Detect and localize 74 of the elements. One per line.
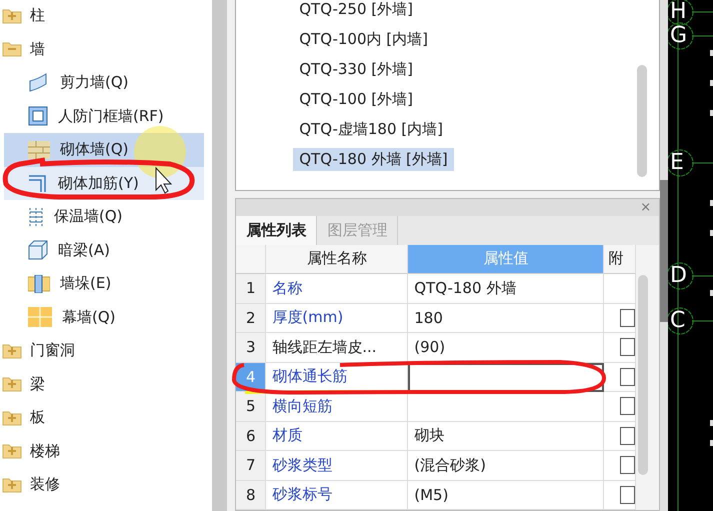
curtain-wall-icon xyxy=(28,307,52,328)
scrollbar[interactable] xyxy=(212,0,228,511)
splitter-handle[interactable] xyxy=(660,180,668,322)
row-number[interactable]: 7 xyxy=(236,451,266,480)
folder-icon[interactable] xyxy=(2,476,22,493)
property-name: 砂浆类型 xyxy=(266,451,408,480)
wall-list-item[interactable]: QTQ-330 [外墙] xyxy=(293,58,419,80)
row-number[interactable]: 1 xyxy=(236,274,266,304)
folder-icon[interactable] xyxy=(2,376,22,392)
column-header: 属性值 xyxy=(408,244,604,274)
row-number[interactable]: 6 xyxy=(236,422,266,451)
open-folder-icon[interactable] xyxy=(2,41,22,58)
tree-category[interactable]: 板 xyxy=(30,408,45,428)
checkbox[interactable] xyxy=(620,456,636,474)
checkbox[interactable] xyxy=(620,397,636,416)
tree-category[interactable]: 装修 xyxy=(30,475,60,494)
tree-category[interactable]: 梁 xyxy=(30,374,45,394)
property-name: 材质 xyxy=(266,422,408,451)
axis-label: H xyxy=(670,0,684,24)
brick-icon xyxy=(28,140,50,159)
checkbox[interactable] xyxy=(620,486,636,504)
axis-label: G xyxy=(670,24,684,48)
wall-list-item[interactable]: QTQ-250 [外墙] xyxy=(293,0,419,20)
checkbox[interactable] xyxy=(620,368,636,386)
property-name: 名称 xyxy=(266,274,408,304)
wall-list-item[interactable]: QTQ-虚墙180 [内墙] xyxy=(293,118,449,140)
cursor-icon xyxy=(156,166,172,194)
wall-list-item[interactable]: QTQ-100内 [内墙] xyxy=(293,28,434,50)
folder-icon[interactable] xyxy=(2,410,22,426)
tree-category[interactable]: 墙 xyxy=(30,40,45,59)
panel-tab[interactable]: 属性列表 xyxy=(236,216,318,244)
property-value: QTQ-180 外墙 xyxy=(408,274,604,304)
axis-label: D xyxy=(670,264,684,288)
rebar-icon xyxy=(28,173,48,194)
row-number[interactable]: 3 xyxy=(236,333,266,362)
tree-item[interactable]: 剪力墙(Q) xyxy=(4,66,204,100)
row-number[interactable]: 2 xyxy=(236,304,266,333)
property-name: 砂浆标号 xyxy=(266,480,408,510)
tree-item[interactable]: 保温墙(Q) xyxy=(4,200,204,234)
scrollbar-thumb[interactable] xyxy=(637,65,648,177)
tree-category[interactable]: 柱 xyxy=(30,6,45,26)
tree-item[interactable]: 暗梁(A) xyxy=(4,234,204,267)
row-number[interactable]: 5 xyxy=(236,392,266,422)
property-name: 轴线距左墙皮... xyxy=(266,333,408,362)
folder-icon[interactable] xyxy=(2,443,22,460)
wall-list-item[interactable]: QTQ-100 [外墙] xyxy=(293,88,419,110)
tree-category[interactable]: 楼梯 xyxy=(30,442,60,461)
frame-icon xyxy=(28,106,48,126)
axis-label: E xyxy=(670,151,684,175)
tree-category[interactable]: 门窗洞 xyxy=(30,341,75,360)
axis-label: C xyxy=(670,309,684,333)
folder-icon[interactable] xyxy=(2,8,22,24)
wall-list-item[interactable]: QTQ-180 外墙 [外墙] xyxy=(293,148,454,170)
insulation-wall-icon xyxy=(28,206,44,227)
property-value: (M5) xyxy=(408,480,604,510)
property-name: 厚度(mm) xyxy=(266,304,408,333)
property-value: 180 xyxy=(408,304,604,333)
tree-item[interactable]: 人防门框墙(RF) xyxy=(4,100,204,133)
property-value: (90) xyxy=(408,333,604,362)
row-number[interactable]: 8 xyxy=(236,480,266,510)
folder-icon[interactable] xyxy=(2,342,22,359)
tree-item[interactable]: 墙垛(E) xyxy=(4,267,204,300)
checkbox[interactable] xyxy=(620,308,636,327)
property-name: 横向短筋 xyxy=(266,392,408,422)
property-value: (混合砂浆) xyxy=(408,451,604,480)
cursor-highlight xyxy=(134,126,186,178)
column-header: 附 xyxy=(604,244,636,274)
box-icon xyxy=(28,240,48,260)
pier-icon xyxy=(28,274,50,293)
property-value: 砌块 xyxy=(408,422,604,451)
column-header: 属性名称 xyxy=(266,244,408,274)
tree-item[interactable]: 幕墙(Q) xyxy=(4,300,204,334)
checkbox[interactable] xyxy=(620,338,636,356)
checkbox[interactable] xyxy=(620,426,636,445)
